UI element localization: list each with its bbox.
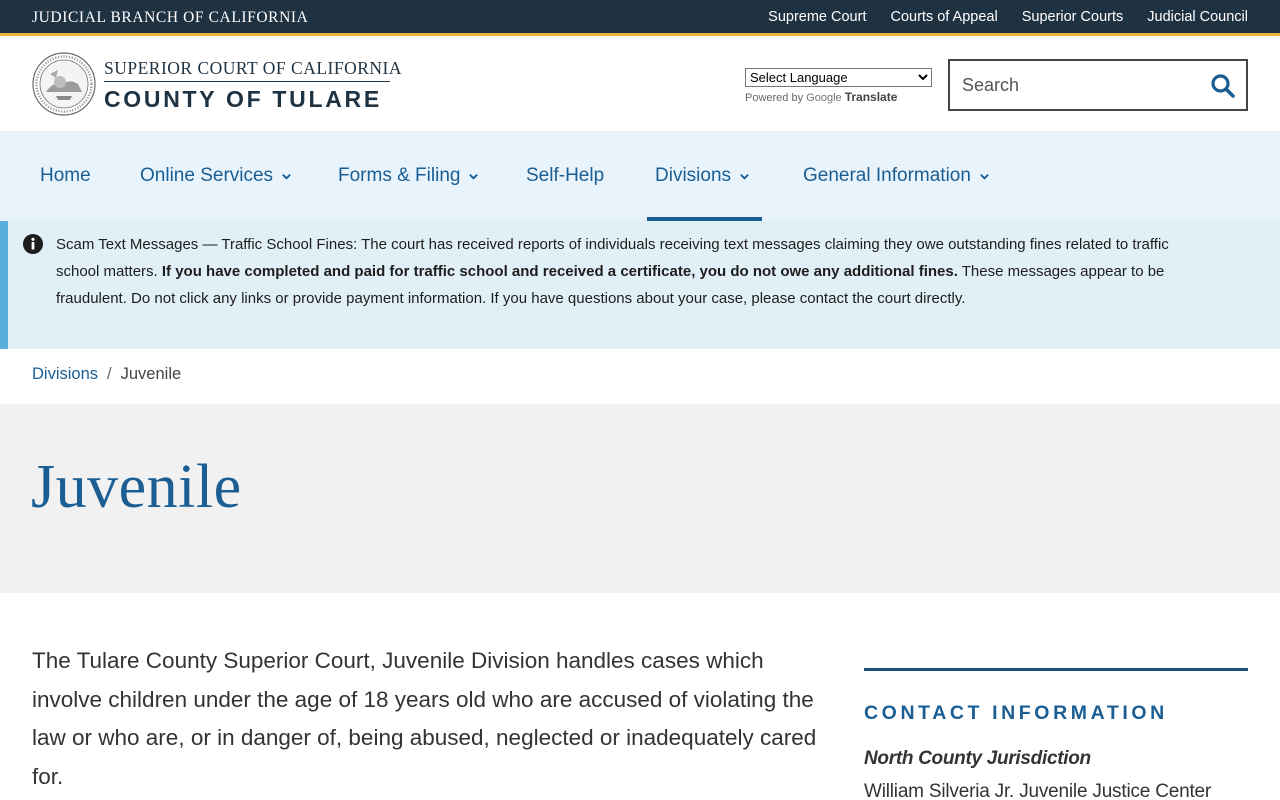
- contact-heading: CONTACT INFORMATION: [864, 702, 1168, 724]
- chevron-down-icon: [469, 173, 479, 180]
- alert-bold-text: If you have completed and paid for traff…: [161, 263, 958, 280]
- contact-sidebar: CONTACT INFORMATION North County Jurisdi…: [864, 668, 1248, 800]
- language-select[interactable]: Select Language: [745, 68, 932, 87]
- courts-of-appeal-link[interactable]: Courts of Appeal: [890, 9, 997, 25]
- page-title: Juvenile: [31, 453, 242, 521]
- nav-home-label: Home: [40, 165, 91, 186]
- justice-center-name: William Silveria Jr. Juvenile Justice Ce…: [864, 781, 1212, 800]
- intro-paragraph: The Tulare County Superior Court, Juveni…: [32, 648, 817, 789]
- utility-bar: JUDICIAL BRANCH OF CALIFORNIA Supreme Co…: [0, 0, 1280, 36]
- chevron-down-icon: [282, 173, 291, 180]
- nav-forms-filing-label: Forms & Filing: [338, 165, 461, 186]
- nav-self-help[interactable]: Self-Help: [526, 131, 604, 221]
- nav-online-services-label: Online Services: [140, 165, 274, 186]
- search-box: [948, 59, 1248, 111]
- chevron-down-icon: [980, 173, 989, 180]
- info-icon: [23, 234, 43, 254]
- logo-superior-court[interactable]: SUPERIOR COURT OF CALIFORNIA: [104, 58, 402, 79]
- google-logo[interactable]: Google: [806, 92, 841, 104]
- alert-message: Scam Text Messages — Traffic School Fine…: [56, 231, 1186, 312]
- nav-general-information[interactable]: General Information: [803, 131, 990, 221]
- translate-link[interactable]: Translate: [845, 90, 898, 104]
- nav-divisions-label: Divisions: [655, 165, 732, 186]
- powered-by: Powered by Google Translate: [745, 90, 932, 104]
- breadcrumb-current: Juvenile: [120, 365, 182, 383]
- nav-general-information-label: General Information: [803, 165, 971, 186]
- page-hero: Juvenile: [0, 404, 1280, 593]
- breadcrumb: Divisions / Juvenile: [32, 365, 181, 384]
- scam-alert: Scam Text Messages — Traffic School Fine…: [0, 221, 1280, 349]
- chevron-down-icon: [740, 173, 749, 180]
- site-header: SUPERIOR COURT OF CALIFORNIA COUNTY OF T…: [0, 39, 1280, 131]
- nav-online-services[interactable]: Online Services: [140, 131, 292, 221]
- judicial-branch-label: JUDICIAL BRANCH OF CALIFORNIA: [32, 9, 309, 26]
- nav-divisions[interactable]: Divisions: [646, 131, 763, 221]
- breadcrumb-separator: /: [107, 365, 112, 383]
- nav-forms-filing[interactable]: Forms & Filing: [338, 131, 479, 221]
- logo-divider: [104, 81, 390, 82]
- nav-self-help-label: Self-Help: [526, 165, 605, 186]
- jurisdiction-label: North County Jurisdiction: [864, 748, 1091, 769]
- google-translate: Select Language Powered by Google Transl…: [745, 68, 932, 104]
- nav-home[interactable]: Home: [40, 131, 91, 221]
- search-input[interactable]: [962, 73, 1202, 97]
- breadcrumb-divisions-link[interactable]: Divisions: [32, 365, 98, 384]
- main-nav: Home Online Services Forms & Filing Self…: [0, 131, 1280, 221]
- supreme-court-link[interactable]: Supreme Court: [768, 9, 866, 25]
- superior-courts-link[interactable]: Superior Courts: [1022, 9, 1124, 25]
- search-icon[interactable]: [1210, 73, 1236, 99]
- logo-county[interactable]: COUNTY OF TULARE: [104, 86, 382, 113]
- utility-links: Supreme Court Courts of Appeal Superior …: [768, 9, 1248, 25]
- court-seal-icon[interactable]: [32, 52, 96, 116]
- alert-title: Scam Text Messages — Traffic School Fine…: [56, 236, 358, 253]
- judicial-council-link[interactable]: Judicial Council: [1147, 9, 1248, 25]
- powered-by-label: Powered by: [745, 92, 804, 104]
